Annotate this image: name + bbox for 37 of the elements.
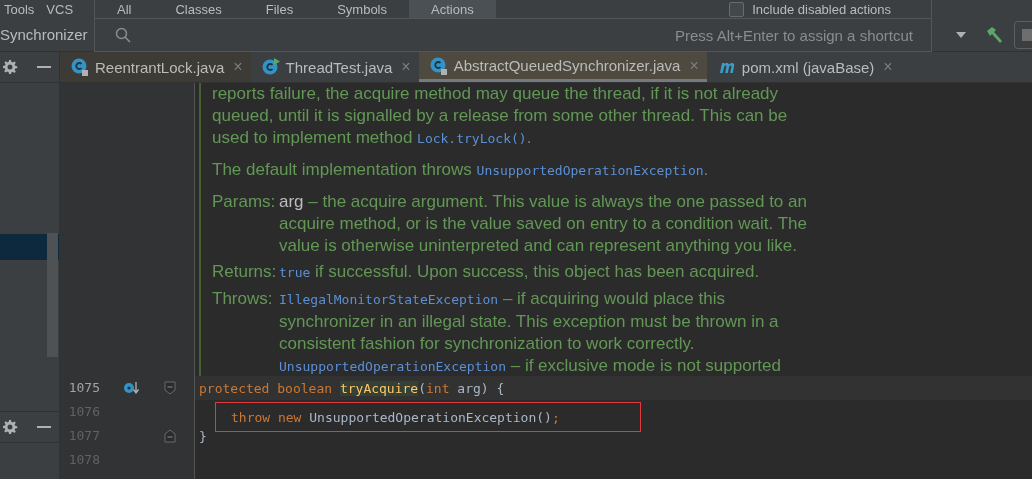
class-file-icon (260, 57, 281, 77)
class-file-icon (70, 57, 90, 77)
menu-item[interactable]: Tools (4, 1, 35, 17)
settings-icon[interactable] (2, 59, 18, 75)
fold-marker-icon[interactable] (162, 380, 178, 396)
checkbox[interactable] (729, 1, 745, 17)
circle-down-arrow-icon[interactable] (123, 380, 139, 396)
doc-paragraph: reports failure, the acquire method may queue the thread, if it is not already queued, until it is signalled by a release from some other thread. This can be used to implement method Lock.tryLock(). (212, 83, 789, 149)
breadcrumb[interactable]: Synchronizer (0, 26, 88, 43)
editor-tab[interactable]: ReentrantLock.java × (60, 52, 251, 82)
doc-tag-description: arg – the acquire argument. This value is always the one passed to an acquire method, or is the value saved on entry to a condition wait. The value is otherwise uninterpreted and can represent anything you like. (279, 191, 808, 257)
dropdown-caret-icon[interactable] (956, 31, 966, 38)
checkbox-label[interactable]: Include disabled actions (752, 1, 891, 17)
scrollbar[interactable] (47, 233, 58, 357)
shortcut-hint: Press Alt+Enter to assign a shortcut (674, 26, 913, 44)
editor-tab[interactable]: AbstractQueuedSynchronizer.java × (418, 52, 707, 82)
search-scope-tab[interactable]: All (95, 0, 154, 18)
search-scope-tab[interactable]: Files (243, 0, 316, 18)
search-icon (115, 27, 131, 43)
doc-tag-label: Returns: (212, 261, 278, 283)
doc-tag-label: Throws: (212, 288, 274, 310)
doc-tag-description: IllegalMonitorStateException – if acquiring would place this synchronizer in an illegal state. This exception must be thrown in a consistent fashion for synchronization to work correctly. (279, 288, 780, 355)
code-line: protected boolean tryAcquire(int arg) { (198, 379, 505, 398)
search-scope-tab[interactable]: Classes (153, 0, 244, 18)
class-file-icon (428, 55, 449, 76)
code-line: } (198, 427, 207, 446)
doc-tag-label: Params: (212, 191, 277, 213)
doc-tag-description: UnsupportedOperationException – if exclusive mode is not supported (279, 355, 782, 377)
settings-icon[interactable] (2, 419, 18, 435)
doc-paragraph: The default implementation throws UnsupportedOperationException. (212, 159, 710, 181)
search-scope-tab[interactable]: Symbols (315, 0, 409, 18)
hammer-icon[interactable] (984, 24, 1004, 45)
menu-item[interactable]: VCS (46, 1, 74, 17)
line-number: 1075 (67, 379, 100, 397)
fold-marker-icon[interactable] (162, 428, 178, 444)
doc-tag-description: true if successful. Upon success, this object has been acquired. (279, 261, 761, 283)
search-scope-tab[interactable]: Actions (409, 0, 496, 18)
